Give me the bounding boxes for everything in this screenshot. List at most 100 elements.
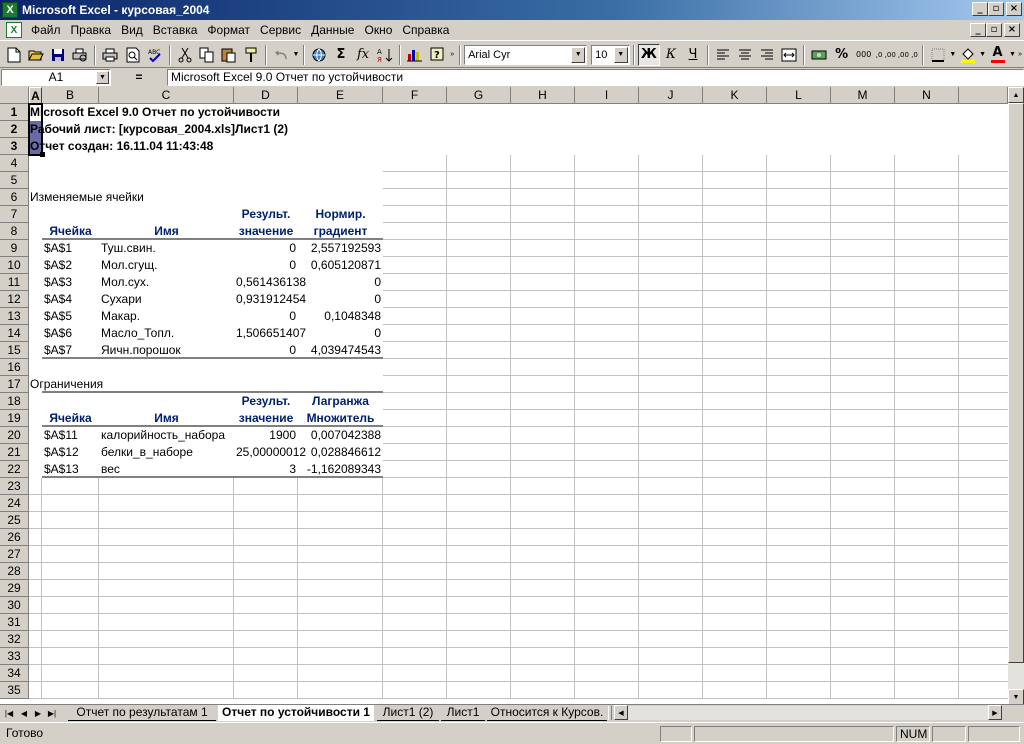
paste-function-icon[interactable]: fx — [352, 44, 374, 66]
row-header[interactable]: 4 — [0, 155, 29, 172]
column-header-f[interactable]: F — [383, 87, 447, 104]
doc-restore-button[interactable]: ▫ — [986, 23, 1002, 37]
autosum-icon[interactable]: Σ — [330, 44, 352, 66]
help-icon[interactable]: ? — [426, 44, 448, 66]
row-header[interactable]: 30 — [0, 597, 29, 614]
column-header-d[interactable]: D — [234, 87, 298, 104]
row-header[interactable]: 2 — [0, 121, 29, 138]
vertical-scrollbar[interactable]: ▲ ▼ — [1008, 87, 1024, 705]
fill-handle[interactable] — [40, 152, 45, 157]
scroll-right-icon[interactable]: ▶ — [988, 705, 1002, 720]
menu-insert[interactable]: Вставка — [148, 23, 203, 37]
decrease-decimal-button[interactable]: ,00 ,0 — [897, 44, 919, 66]
row-header[interactable]: 26 — [0, 529, 29, 546]
doc-close-button[interactable]: × — [1004, 23, 1020, 37]
row-header[interactable]: 17 — [0, 376, 29, 393]
row-header[interactable]: 1 — [0, 104, 29, 121]
scroll-down-icon[interactable]: ▼ — [1008, 689, 1024, 705]
row-header[interactable]: 22 — [0, 461, 29, 478]
column-header-j[interactable]: J — [639, 87, 703, 104]
row-header[interactable]: 27 — [0, 546, 29, 563]
currency-icon[interactable] — [808, 44, 830, 66]
row-header[interactable]: 32 — [0, 631, 29, 648]
hyperlink-icon[interactable] — [308, 44, 330, 66]
column-header-l[interactable]: L — [767, 87, 831, 104]
row-header[interactable]: 18 — [0, 393, 29, 410]
row-header[interactable]: 7 — [0, 206, 29, 223]
menu-help[interactable]: Справка — [397, 23, 454, 37]
column-header-i[interactable]: I — [575, 87, 639, 104]
close-button[interactable]: × — [1006, 2, 1022, 16]
fill-color-icon[interactable] — [957, 44, 979, 66]
formula-equals-button[interactable]: = — [111, 70, 167, 84]
restore-button[interactable]: ▫ — [988, 2, 1004, 16]
undo-icon[interactable] — [270, 44, 292, 66]
column-header-g[interactable]: G — [447, 87, 511, 104]
sheet-tab[interactable]: Отчет по результатам 1 — [68, 705, 216, 721]
column-header-c[interactable]: C — [99, 87, 234, 104]
chevron-down-icon[interactable]: ▼ — [571, 46, 586, 63]
row-header[interactable]: 20 — [0, 427, 29, 444]
thousands-separator-button[interactable]: 000 — [853, 44, 875, 66]
column-header-m[interactable]: M — [831, 87, 895, 104]
row-header[interactable]: 34 — [0, 665, 29, 682]
previous-sheet-icon[interactable]: ◀ — [17, 706, 31, 720]
column-header-k[interactable]: K — [703, 87, 767, 104]
sheet-tab[interactable]: Относится к Курсов. — [487, 705, 607, 721]
sheet-tab[interactable]: Лист1 — [441, 705, 485, 721]
align-right-icon[interactable] — [756, 44, 778, 66]
scroll-up-icon[interactable]: ▲ — [1008, 87, 1024, 103]
row-header[interactable]: 19 — [0, 410, 29, 427]
row-header[interactable]: 35 — [0, 682, 29, 699]
column-header-n[interactable]: N — [895, 87, 959, 104]
select-all-button[interactable] — [0, 87, 29, 104]
menu-edit[interactable]: Правка — [66, 23, 117, 37]
row-header[interactable]: 29 — [0, 580, 29, 597]
sheet-tab-active[interactable]: Отчет по устойчивости 1 — [218, 705, 374, 721]
row-header[interactable]: 21 — [0, 444, 29, 461]
preview-icon[interactable] — [121, 44, 143, 66]
align-center-icon[interactable] — [734, 44, 756, 66]
worksheet-grid[interactable]: A B C D E F G H I J K L M N 1 2 3 4 5 6 7 8 9 10 11 12 13 14 15 16 17 1… — [0, 87, 1024, 705]
workbook-icon[interactable]: X — [6, 22, 22, 38]
minimize-button[interactable]: _ — [972, 2, 988, 16]
horizontal-scrollbar[interactable] — [628, 706, 988, 720]
cut-icon[interactable] — [174, 44, 196, 66]
menu-data[interactable]: Данные — [306, 23, 359, 37]
italic-button[interactable]: К — [660, 44, 682, 66]
row-header[interactable]: 8 — [0, 223, 29, 240]
print-icon[interactable] — [99, 44, 121, 66]
copy-icon[interactable] — [196, 44, 218, 66]
formula-input[interactable]: Microsoft Excel 9.0 Отчет по устойчивост… — [167, 68, 1024, 86]
row-header[interactable]: 15 — [0, 342, 29, 359]
row-header[interactable]: 23 — [0, 478, 29, 495]
format-painter-icon[interactable] — [240, 44, 262, 66]
row-header[interactable]: 14 — [0, 325, 29, 342]
row-header[interactable]: 28 — [0, 563, 29, 580]
font-name-select[interactable]: Arial Cyr ▼ — [464, 44, 588, 65]
row-header[interactable]: 5 — [0, 172, 29, 189]
save-icon[interactable] — [47, 44, 69, 66]
excel-icon[interactable]: X — [2, 2, 18, 18]
print-preview-icon[interactable] — [69, 44, 91, 66]
row-header[interactable]: 10 — [0, 257, 29, 274]
align-left-icon[interactable] — [712, 44, 734, 66]
sheet-tab[interactable]: Лист1 (2) — [377, 705, 439, 721]
borders-dropdown-icon[interactable]: ▼ — [949, 51, 957, 58]
chart-wizard-icon[interactable] — [404, 44, 426, 66]
toolbar-options-icon[interactable]: » — [448, 51, 456, 58]
row-header[interactable]: 6 — [0, 189, 29, 206]
menu-window[interactable]: Окно — [359, 23, 397, 37]
doc-minimize-button[interactable]: _ — [970, 23, 986, 37]
menu-tools[interactable]: Сервис — [255, 23, 306, 37]
fill-color-dropdown-icon[interactable]: ▼ — [979, 51, 987, 58]
row-header[interactable]: 16 — [0, 359, 29, 376]
next-sheet-icon[interactable]: ▶ — [31, 706, 45, 720]
font-color-icon[interactable]: A — [986, 44, 1008, 66]
row-header[interactable]: 25 — [0, 512, 29, 529]
row-header[interactable]: 11 — [0, 274, 29, 291]
toolbar-overflow-icon[interactable]: » — [1016, 51, 1024, 58]
title-bar[interactable]: X Microsoft Excel - курсовая_2004 _ ▫ × — [0, 0, 1024, 20]
menu-view[interactable]: Вид — [116, 23, 148, 37]
tab-split-handle[interactable] — [608, 706, 612, 720]
